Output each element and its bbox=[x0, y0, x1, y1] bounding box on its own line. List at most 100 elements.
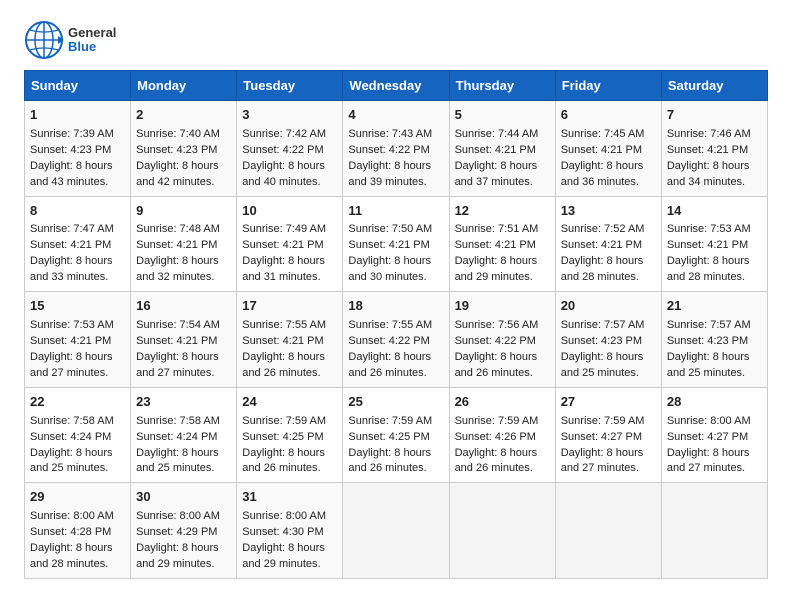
day-info-line: and 26 minutes. bbox=[455, 461, 550, 477]
day-info-line: Daylight: 8 hours bbox=[242, 159, 337, 175]
day-info-line: Daylight: 8 hours bbox=[242, 446, 337, 462]
day-info-line: Sunrise: 7:51 AM bbox=[455, 222, 550, 238]
day-number: 4 bbox=[348, 106, 443, 125]
day-info-line: Sunset: 4:21 PM bbox=[561, 238, 656, 254]
day-header-wednesday: Wednesday bbox=[343, 71, 449, 101]
day-number: 10 bbox=[242, 202, 337, 221]
day-info-line: Daylight: 8 hours bbox=[455, 254, 550, 270]
day-info-line: Sunset: 4:21 PM bbox=[455, 238, 550, 254]
calendar-cell: 26Sunrise: 7:59 AMSunset: 4:26 PMDayligh… bbox=[449, 387, 555, 483]
day-info-line: Daylight: 8 hours bbox=[136, 350, 231, 366]
day-info-line: Sunset: 4:28 PM bbox=[30, 525, 125, 541]
day-number: 11 bbox=[348, 202, 443, 221]
day-info-line: Sunset: 4:24 PM bbox=[30, 430, 125, 446]
day-info-line: Daylight: 8 hours bbox=[348, 350, 443, 366]
day-info-line: Sunrise: 7:58 AM bbox=[136, 414, 231, 430]
day-info-line: Sunset: 4:23 PM bbox=[667, 334, 762, 350]
day-info-line: and 29 minutes. bbox=[242, 557, 337, 573]
day-info-line: and 42 minutes. bbox=[136, 175, 231, 191]
day-info-line: Sunrise: 7:59 AM bbox=[242, 414, 337, 430]
day-number: 19 bbox=[455, 297, 550, 316]
day-info-line: Sunrise: 7:48 AM bbox=[136, 222, 231, 238]
calendar-cell bbox=[449, 483, 555, 579]
day-info-line: Sunrise: 7:49 AM bbox=[242, 222, 337, 238]
day-info-line: Sunrise: 8:00 AM bbox=[136, 509, 231, 525]
day-info-line: Sunset: 4:21 PM bbox=[30, 334, 125, 350]
day-info-line: Sunset: 4:21 PM bbox=[136, 334, 231, 350]
day-info-line: Daylight: 8 hours bbox=[561, 159, 656, 175]
day-number: 12 bbox=[455, 202, 550, 221]
day-info-line: Daylight: 8 hours bbox=[667, 254, 762, 270]
logo-blue: Blue bbox=[68, 40, 116, 54]
day-info-line: and 31 minutes. bbox=[242, 270, 337, 286]
page-header: General Blue bbox=[24, 20, 768, 60]
day-number: 20 bbox=[561, 297, 656, 316]
calendar-week-2: 8Sunrise: 7:47 AMSunset: 4:21 PMDaylight… bbox=[25, 196, 768, 292]
day-info-line: Daylight: 8 hours bbox=[561, 254, 656, 270]
day-info-line: Sunset: 4:21 PM bbox=[136, 238, 231, 254]
day-info-line: and 27 minutes. bbox=[561, 461, 656, 477]
calendar-cell: 16Sunrise: 7:54 AMSunset: 4:21 PMDayligh… bbox=[131, 292, 237, 388]
day-info-line: Sunset: 4:30 PM bbox=[242, 525, 337, 541]
day-number: 17 bbox=[242, 297, 337, 316]
day-info-line: and 26 minutes. bbox=[348, 461, 443, 477]
day-info-line: Daylight: 8 hours bbox=[242, 254, 337, 270]
day-info-line: Sunrise: 7:58 AM bbox=[30, 414, 125, 430]
calendar-cell: 15Sunrise: 7:53 AMSunset: 4:21 PMDayligh… bbox=[25, 292, 131, 388]
day-info-line: Sunset: 4:23 PM bbox=[136, 143, 231, 159]
day-number: 6 bbox=[561, 106, 656, 125]
day-info-line: Sunrise: 7:53 AM bbox=[30, 318, 125, 334]
day-number: 9 bbox=[136, 202, 231, 221]
day-info-line: Sunset: 4:21 PM bbox=[667, 143, 762, 159]
day-info-line: Sunrise: 7:53 AM bbox=[667, 222, 762, 238]
day-info-line: Sunset: 4:22 PM bbox=[455, 334, 550, 350]
day-number: 26 bbox=[455, 393, 550, 412]
calendar-cell: 13Sunrise: 7:52 AMSunset: 4:21 PMDayligh… bbox=[555, 196, 661, 292]
day-info-line: and 26 minutes. bbox=[455, 366, 550, 382]
day-info-line: and 28 minutes. bbox=[561, 270, 656, 286]
logo-general: General bbox=[68, 26, 116, 40]
calendar-cell: 25Sunrise: 7:59 AMSunset: 4:25 PMDayligh… bbox=[343, 387, 449, 483]
day-info-line: Daylight: 8 hours bbox=[667, 159, 762, 175]
day-info-line: and 26 minutes. bbox=[242, 366, 337, 382]
calendar-cell: 17Sunrise: 7:55 AMSunset: 4:21 PMDayligh… bbox=[237, 292, 343, 388]
day-info-line: Sunrise: 8:00 AM bbox=[667, 414, 762, 430]
day-header-tuesday: Tuesday bbox=[237, 71, 343, 101]
day-header-saturday: Saturday bbox=[661, 71, 767, 101]
day-info-line: and 28 minutes. bbox=[667, 270, 762, 286]
calendar-cell: 30Sunrise: 8:00 AMSunset: 4:29 PMDayligh… bbox=[131, 483, 237, 579]
day-header-monday: Monday bbox=[131, 71, 237, 101]
calendar-cell: 31Sunrise: 8:00 AMSunset: 4:30 PMDayligh… bbox=[237, 483, 343, 579]
calendar-cell: 18Sunrise: 7:55 AMSunset: 4:22 PMDayligh… bbox=[343, 292, 449, 388]
day-info-line: Daylight: 8 hours bbox=[30, 350, 125, 366]
day-number: 5 bbox=[455, 106, 550, 125]
day-info-line: and 33 minutes. bbox=[30, 270, 125, 286]
day-info-line: Sunset: 4:25 PM bbox=[242, 430, 337, 446]
day-info-line: Daylight: 8 hours bbox=[136, 446, 231, 462]
day-info-line: Daylight: 8 hours bbox=[455, 159, 550, 175]
calendar-cell: 3Sunrise: 7:42 AMSunset: 4:22 PMDaylight… bbox=[237, 101, 343, 197]
day-info-line: Daylight: 8 hours bbox=[136, 254, 231, 270]
calendar-cell bbox=[661, 483, 767, 579]
calendar-cell: 24Sunrise: 7:59 AMSunset: 4:25 PMDayligh… bbox=[237, 387, 343, 483]
day-info-line: Sunrise: 7:59 AM bbox=[561, 414, 656, 430]
day-number: 22 bbox=[30, 393, 125, 412]
calendar-cell bbox=[555, 483, 661, 579]
day-info-line: Sunset: 4:27 PM bbox=[667, 430, 762, 446]
logo: General Blue bbox=[24, 20, 116, 60]
calendar-cell: 27Sunrise: 7:59 AMSunset: 4:27 PMDayligh… bbox=[555, 387, 661, 483]
day-info-line: and 29 minutes. bbox=[455, 270, 550, 286]
calendar-cell: 28Sunrise: 8:00 AMSunset: 4:27 PMDayligh… bbox=[661, 387, 767, 483]
day-info-line: Sunrise: 8:00 AM bbox=[30, 509, 125, 525]
calendar-cell: 7Sunrise: 7:46 AMSunset: 4:21 PMDaylight… bbox=[661, 101, 767, 197]
day-info-line: Sunset: 4:21 PM bbox=[561, 143, 656, 159]
calendar-cell: 22Sunrise: 7:58 AMSunset: 4:24 PMDayligh… bbox=[25, 387, 131, 483]
day-info-line: Sunrise: 7:45 AM bbox=[561, 127, 656, 143]
calendar-week-1: 1Sunrise: 7:39 AMSunset: 4:23 PMDaylight… bbox=[25, 101, 768, 197]
logo-text: General Blue bbox=[68, 26, 116, 55]
day-info-line: and 27 minutes. bbox=[136, 366, 231, 382]
day-number: 21 bbox=[667, 297, 762, 316]
day-number: 25 bbox=[348, 393, 443, 412]
day-info-line: Sunset: 4:21 PM bbox=[242, 334, 337, 350]
day-header-sunday: Sunday bbox=[25, 71, 131, 101]
